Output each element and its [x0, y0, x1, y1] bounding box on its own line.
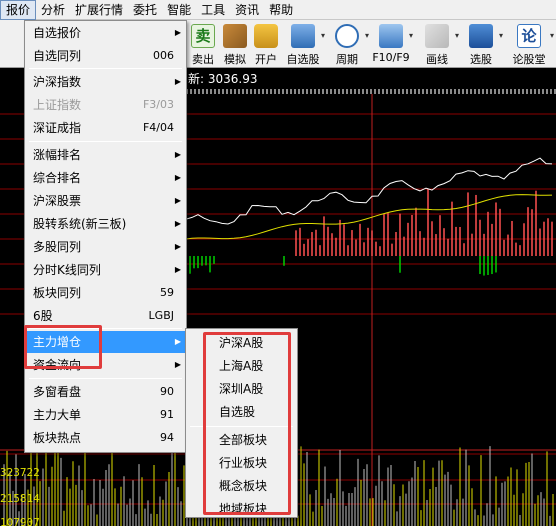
- menu-4[interactable]: 智能: [162, 0, 196, 20]
- dropdown-item-shortcut: 90: [160, 385, 174, 398]
- dropdown-item[interactable]: 6股 LGBJ: [25, 305, 186, 327]
- submenu-arrow-icon: ▶: [174, 77, 181, 86]
- dropdown-item[interactable]: 板块同列 59: [25, 282, 186, 304]
- dropdown-item-shortcut: F3/03: [142, 98, 174, 111]
- chevron-down-icon[interactable]: ▾: [455, 31, 459, 40]
- volume-axis-label: 215814: [0, 492, 40, 505]
- volume-axis-label: 323722: [0, 466, 40, 479]
- select-stock-icon: [469, 24, 493, 48]
- dropdown-item-shortcut: LGBJ: [148, 309, 174, 322]
- dropdown-item-label: 上证指数: [33, 98, 82, 112]
- dropdown-item[interactable]: 主力大单 91: [25, 404, 186, 426]
- submenu-arrow-icon: ▶: [174, 150, 181, 159]
- dropdown-item[interactable]: 自选同列 006: [25, 45, 186, 67]
- dropdown-item-shortcut: 94: [160, 431, 174, 444]
- gavel-icon: [223, 24, 247, 48]
- dropdown-item-label: 板块热点: [33, 431, 82, 445]
- dropdown-item-label: 综合排名: [33, 171, 82, 185]
- dropdown-item-label: 深证成指: [33, 121, 82, 135]
- dropdown-item[interactable]: 股转系统(新三板) ▶: [25, 213, 186, 235]
- pencil-icon: [425, 24, 449, 48]
- f10-icon: [379, 24, 403, 48]
- toolbar-button-2[interactable]: 开户: [246, 23, 286, 67]
- dropdown-item-label: 涨幅排名: [33, 148, 82, 162]
- toolbar-button-4[interactable]: ▾ 周期: [327, 23, 369, 67]
- dropdown-item[interactable]: 多股同列 ▶: [25, 236, 186, 258]
- menu-7[interactable]: 帮助: [264, 0, 298, 20]
- toolbar-label: 周期: [336, 53, 358, 66]
- star-list-icon: [291, 24, 315, 48]
- menu-separator: [29, 68, 182, 69]
- dropdown-item-label: 主力大单: [33, 408, 82, 422]
- toolbar-label: F10/F9: [372, 51, 410, 64]
- dropdown-item[interactable]: 上证指数 F3/03: [25, 94, 186, 116]
- dropdown-item-label: 板块同列: [33, 286, 82, 300]
- menu-2[interactable]: 扩展行情: [70, 0, 128, 20]
- menu-separator: [29, 378, 182, 379]
- toolbar-button-8[interactable]: 论 ▾ 论股堂: [506, 23, 554, 67]
- toolbar-button-6[interactable]: ▾ 画线: [417, 23, 459, 67]
- dropdown-item-label: 沪深指数: [33, 75, 82, 89]
- dropdown-item[interactable]: 沪深股票 ▶: [25, 190, 186, 212]
- toolbar-label: 画线: [426, 53, 448, 66]
- dropdown-item-shortcut: 006: [153, 49, 174, 62]
- chevron-down-icon[interactable]: ▾: [550, 31, 554, 40]
- volume-axis-label: 107907: [0, 516, 40, 526]
- submenu-arrow-icon: ▶: [174, 28, 181, 37]
- toolbar-label: 选股: [470, 53, 492, 66]
- dropdown-item-shortcut: 59: [160, 286, 174, 299]
- annotation-box-submenu: [203, 332, 291, 515]
- dropdown-item-label: 分时K线同列: [33, 263, 101, 277]
- toolbar-button-3[interactable]: ▾ 自选股: [283, 23, 325, 67]
- dropdown-item[interactable]: 深证成指 F4/04: [25, 117, 186, 139]
- dropdown-item-label: 多股同列: [33, 240, 82, 254]
- chevron-down-icon[interactable]: ▾: [409, 31, 413, 40]
- dropdown-item[interactable]: 沪深指数 ▶: [25, 71, 186, 93]
- dropdown-item[interactable]: 板块热点 94: [25, 427, 186, 449]
- menu-6[interactable]: 资讯: [230, 0, 264, 20]
- annotation-box-menu-item: [24, 325, 102, 369]
- dropdown-item-label: 自选同列: [33, 49, 82, 63]
- menu-separator: [29, 141, 182, 142]
- dropdown-item-label: 股转系统(新三板): [33, 217, 127, 231]
- quote-menu-dropdown: 自选报价 ▶ 自选同列 006 沪深指数 ▶ 上证指数 F3/03 深证成指 F4/04 涨幅排名 ▶…: [24, 20, 187, 453]
- submenu-arrow-icon: ▶: [174, 242, 181, 251]
- submenu-arrow-icon: ▶: [174, 196, 181, 205]
- menu-3[interactable]: 委托: [128, 0, 162, 20]
- dropdown-item-shortcut: F4/04: [142, 121, 174, 134]
- forum-icon: 论: [517, 24, 541, 48]
- toolbar-label: 开户: [255, 53, 277, 66]
- menu-bar: 报价 分析 扩展行情 委托 智能 工具 资讯 帮助: [0, 0, 556, 20]
- dropdown-item[interactable]: 自选报价 ▶: [25, 22, 186, 44]
- dropdown-item[interactable]: 多窗看盘 90: [25, 381, 186, 403]
- dropdown-item-label: 沪深股票: [33, 194, 82, 208]
- dropdown-item-label: 自选报价: [33, 26, 82, 40]
- dropdown-item[interactable]: 综合排名 ▶: [25, 167, 186, 189]
- menu-0[interactable]: 报价: [0, 0, 37, 20]
- sell-icon: 卖: [191, 24, 215, 48]
- chevron-down-icon[interactable]: ▾: [365, 31, 369, 40]
- menu-1[interactable]: 分析: [36, 0, 70, 20]
- submenu-arrow-icon: ▶: [174, 337, 181, 346]
- menu-5[interactable]: 工具: [196, 0, 230, 20]
- dropdown-item[interactable]: 分时K线同列 ▶: [25, 259, 186, 281]
- dropdown-item-shortcut: 91: [160, 408, 174, 421]
- dropdown-item-label: 多窗看盘: [33, 385, 82, 399]
- chevron-down-icon[interactable]: ▾: [321, 31, 325, 40]
- average-line: [185, 194, 553, 240]
- submenu-arrow-icon: ▶: [174, 219, 181, 228]
- submenu-arrow-icon: ▶: [174, 173, 181, 182]
- dropdown-item-label: 6股: [33, 309, 53, 323]
- dropdown-item[interactable]: 涨幅排名 ▶: [25, 144, 186, 166]
- chevron-down-icon[interactable]: ▾: [499, 31, 503, 40]
- lock-icon: [254, 24, 278, 48]
- submenu-arrow-icon: ▶: [174, 360, 181, 369]
- toolbar-button-7[interactable]: ▾ 选股: [461, 23, 503, 67]
- submenu-arrow-icon: ▶: [174, 265, 181, 274]
- toolbar-label: 论股堂: [512, 53, 546, 66]
- toolbar-label: 自选股: [286, 53, 320, 66]
- clock-icon: [335, 24, 359, 48]
- toolbar-button-5[interactable]: ▾ F10/F9: [371, 23, 413, 67]
- latest-price-readout: 新: 3036.93: [186, 69, 556, 89]
